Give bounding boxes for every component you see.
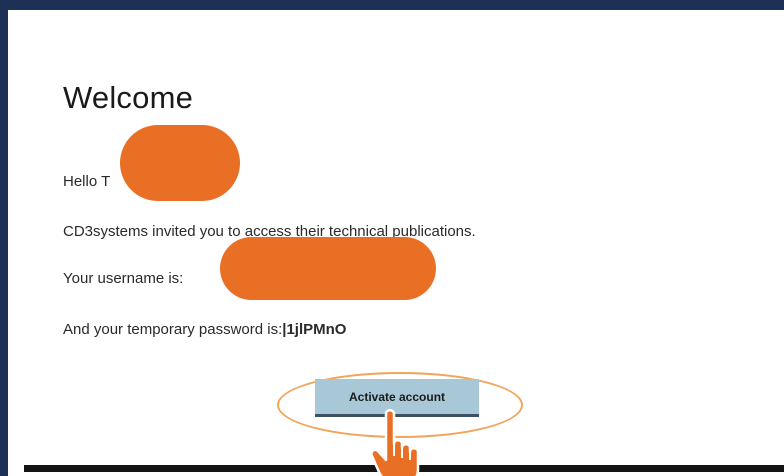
hand-pointer-icon: [370, 409, 420, 476]
password-line: And your temporary password is:|1jlPMnO: [63, 321, 346, 338]
email-panel: Welcome Hello T CD3systems invited you t…: [8, 10, 784, 476]
greeting-text: Hello T: [63, 173, 111, 190]
name-redaction: [120, 125, 240, 201]
username-label: Your username is:: [63, 270, 184, 287]
username-redaction: [220, 237, 436, 300]
page-title: Welcome: [63, 80, 194, 115]
password-label: And your temporary password is:: [63, 321, 283, 338]
password-value: |1jlPMnO: [282, 321, 347, 338]
